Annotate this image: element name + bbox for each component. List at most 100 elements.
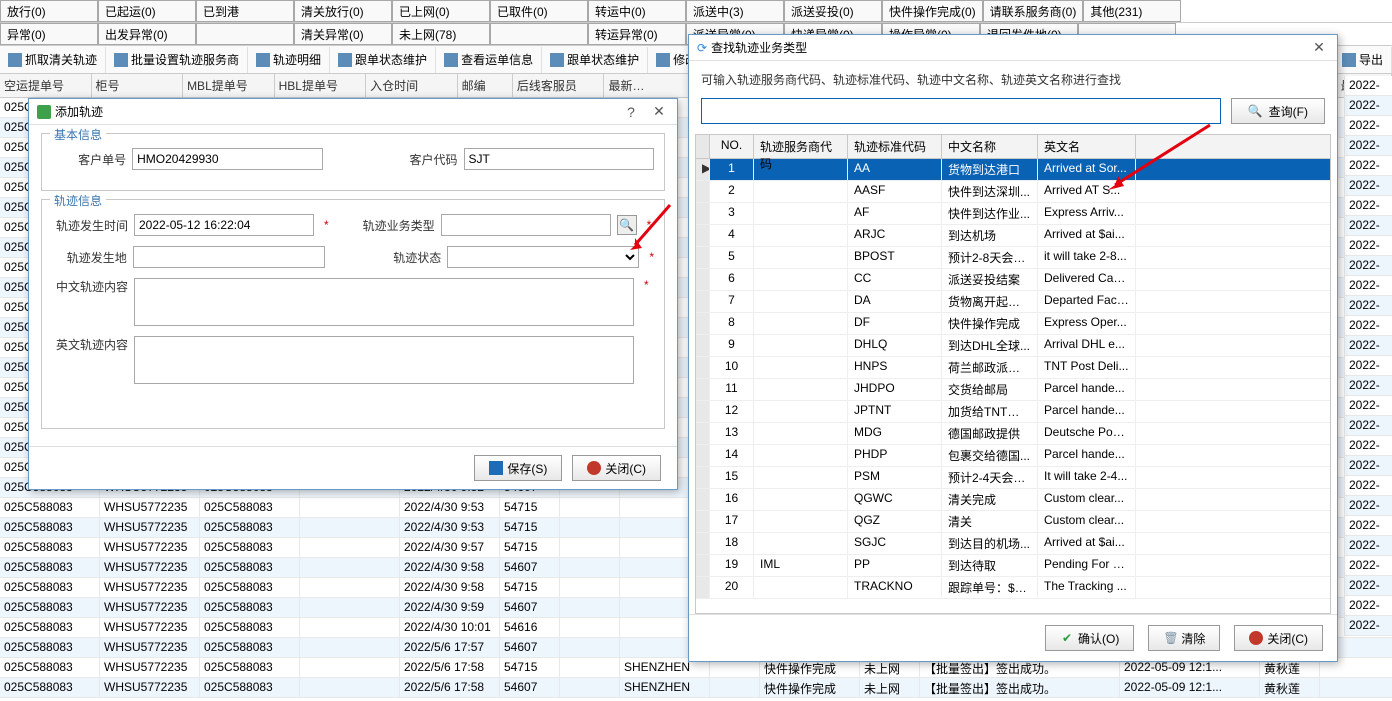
cust-code-input[interactable] — [464, 148, 654, 170]
grid-col-header[interactable]: HBL提单号 — [275, 74, 367, 97]
track-time-input[interactable] — [134, 214, 314, 236]
save-button[interactable]: 保存(S) — [474, 455, 562, 481]
toolbar-button[interactable]: 抓取清关轨迹 — [0, 47, 106, 73]
close-icon[interactable]: ✕ — [649, 102, 669, 122]
lookup-row[interactable]: 20TRACKNO跟踪单号：$se...The Tracking ... — [696, 577, 1330, 599]
status-tab[interactable] — [490, 23, 588, 45]
status-tab[interactable]: 出发异常(0) — [98, 23, 196, 45]
section-basic: 基本信息 — [50, 126, 106, 143]
close-button-2[interactable]: 关闭(C) — [1234, 625, 1323, 651]
lookup-grid-body: ▶1AA货物到达港口Arrived at Sor...2AASF快件到达深圳..… — [696, 159, 1330, 599]
cn-content-label: 中文轨迹内容 — [52, 278, 128, 295]
lookup-row[interactable]: 14PHDP包裹交给德国...Parcel hande... — [696, 445, 1330, 467]
grid-col-header[interactable]: 柜号 — [92, 74, 184, 97]
grid-col-header[interactable]: 空运提单号 — [0, 74, 92, 97]
lookup-row[interactable]: 6CC派送妥投结案Delivered Cas... — [696, 269, 1330, 291]
status-tab[interactable]: 清关异常(0) — [294, 23, 392, 45]
status-tab[interactable] — [196, 23, 294, 45]
close-button[interactable]: 关闭(C) — [572, 455, 661, 481]
close-icon[interactable]: ✕ — [1309, 38, 1329, 58]
lookup-row[interactable]: 11JHDPO交货给邮局Parcel hande... — [696, 379, 1330, 401]
tool-icon — [256, 53, 270, 67]
toolbar-button[interactable]: 批量设置轨迹服务商 — [106, 47, 248, 73]
date-cell: 2022- — [1344, 456, 1392, 476]
date-cell: 2022- — [1344, 256, 1392, 276]
section-track: 轨迹信息 — [50, 192, 106, 209]
cust-no-input[interactable] — [132, 148, 322, 170]
date-cell: 2022- — [1344, 96, 1392, 116]
table-row[interactable]: 025C588083WHSU5772235025C5880832022/5/6 … — [0, 678, 1392, 698]
track-type-label: 轨迹业务类型 — [359, 217, 435, 234]
search-app-icon: ⟳ — [697, 41, 707, 55]
status-tab[interactable]: 清关放行(0) — [294, 0, 392, 22]
status-tab[interactable]: 已到港 — [196, 0, 294, 22]
grid-col-header[interactable]: 邮编 — [458, 74, 513, 97]
clear-button[interactable]: 🗑清除 — [1148, 625, 1220, 651]
status-tab[interactable]: 转运异常(0) — [588, 23, 686, 45]
lookup-row[interactable]: 13MDG德国邮政提供Deutsche Post... — [696, 423, 1330, 445]
date-cell: 2022- — [1344, 396, 1392, 416]
date-cell: 2022- — [1344, 496, 1392, 516]
status-tab[interactable]: 派送妥投(0) — [784, 0, 882, 22]
track-status-select[interactable] — [447, 246, 639, 268]
grid-col-header[interactable]: 最新… — [604, 74, 696, 97]
track-type-input[interactable] — [441, 214, 611, 236]
lookup-row[interactable]: 9DHLQ到达DHL全球...Arrival DHL e... — [696, 335, 1330, 357]
annotation-arrow-2 — [1100, 120, 1220, 200]
lookup-row[interactable]: 18SGJC到达目的机场...Arrived at $ai... — [696, 533, 1330, 555]
en-content-textarea[interactable] — [134, 336, 634, 384]
toolbar-button[interactable]: 轨迹明细 — [248, 47, 330, 73]
date-cell: 2022- — [1344, 416, 1392, 436]
search-hint: 可输入轨迹服务商代码、轨迹标准代码、轨迹中文名称、轨迹英文名称进行查找 — [689, 61, 1337, 98]
status-tab[interactable]: 快件操作完成(0) — [882, 0, 983, 22]
help-icon[interactable]: ? — [621, 102, 641, 122]
date-cell: 2022- — [1344, 196, 1392, 216]
lookup-row[interactable]: 15PSM预计2-4天会到...It will take 2-4... — [696, 467, 1330, 489]
lookup-row[interactable]: 4ARJC到达机场Arrived at $ai... — [696, 225, 1330, 247]
status-tab[interactable]: 转运中(0) — [588, 0, 686, 22]
status-tab[interactable]: 已取件(0) — [490, 0, 588, 22]
status-tab[interactable]: 异常(0) — [0, 23, 98, 45]
toolbar-button[interactable]: 跟单状态维护 — [330, 47, 436, 73]
track-time-label: 轨迹发生时间 — [52, 217, 128, 234]
cn-content-textarea[interactable] — [134, 278, 634, 326]
app-icon — [37, 105, 51, 119]
date-cell: 2022- — [1344, 236, 1392, 256]
dialog-title: 添加轨迹 — [55, 103, 103, 120]
confirm-button[interactable]: ✔确认(O) — [1045, 625, 1134, 651]
grid-col-header[interactable]: 入仓时间 — [366, 74, 458, 97]
status-tab[interactable]: 其他(231) — [1083, 0, 1181, 22]
lookup-row[interactable]: 17QGZ清关Custom clear... — [696, 511, 1330, 533]
tool-icon — [114, 53, 128, 67]
lookup-row[interactable]: 3AF快件到达作业...Express Arriv... — [696, 203, 1330, 225]
date-cell: 2022- — [1344, 536, 1392, 556]
status-tab[interactable]: 已起运(0) — [98, 0, 196, 22]
status-tab[interactable]: 已上网(0) — [392, 0, 490, 22]
toolbar-button[interactable]: 导出 — [1334, 47, 1392, 73]
status-tab[interactable]: 请联系服务商(0) — [983, 0, 1084, 22]
lookup-row[interactable]: 12JPTNT加货给TNT邮局Parcel hande... — [696, 401, 1330, 423]
search-button[interactable]: 🔍查询(F) — [1231, 98, 1325, 124]
toolbar-button[interactable]: 跟单状态维护 — [542, 47, 648, 73]
lookup-row[interactable]: ▶1AA货物到达港口Arrived at Sor... — [696, 159, 1330, 181]
lookup-row[interactable]: 2AASF快件到达深圳...Arrived AT S... — [696, 181, 1330, 203]
lookup-row[interactable]: 8DF快件操作完成Express Oper... — [696, 313, 1330, 335]
date-cell: 2022- — [1344, 356, 1392, 376]
save-icon — [489, 461, 503, 475]
lookup-row[interactable]: 7DA货物离开起运港Departed Faci... — [696, 291, 1330, 313]
cust-no-label: 客户单号 — [52, 151, 126, 168]
status-tab[interactable]: 未上网(78) — [392, 23, 490, 45]
status-tab[interactable]: 派送中(3) — [686, 0, 784, 22]
tool-icon — [1342, 53, 1356, 67]
date-cell: 2022- — [1344, 216, 1392, 236]
track-place-input[interactable] — [133, 246, 325, 268]
grid-col-header[interactable]: MBL提单号 — [183, 74, 275, 97]
lookup-row[interactable]: 16QGWC清关完成Custom clear... — [696, 489, 1330, 511]
grid-col-header[interactable]: 后线客服员 — [513, 74, 605, 97]
lookup-row[interactable]: 5BPOST预计2-8天会完...it will take 2-8... — [696, 247, 1330, 269]
tool-icon — [444, 53, 458, 67]
lookup-row[interactable]: 19IMLPP到达待取Pending For P... — [696, 555, 1330, 577]
lookup-row[interactable]: 10HNPS荷兰邮政派送中TNT Post Deli... — [696, 357, 1330, 379]
toolbar-button[interactable]: 查看运单信息 — [436, 47, 542, 73]
status-tab[interactable]: 放行(0) — [0, 0, 98, 22]
